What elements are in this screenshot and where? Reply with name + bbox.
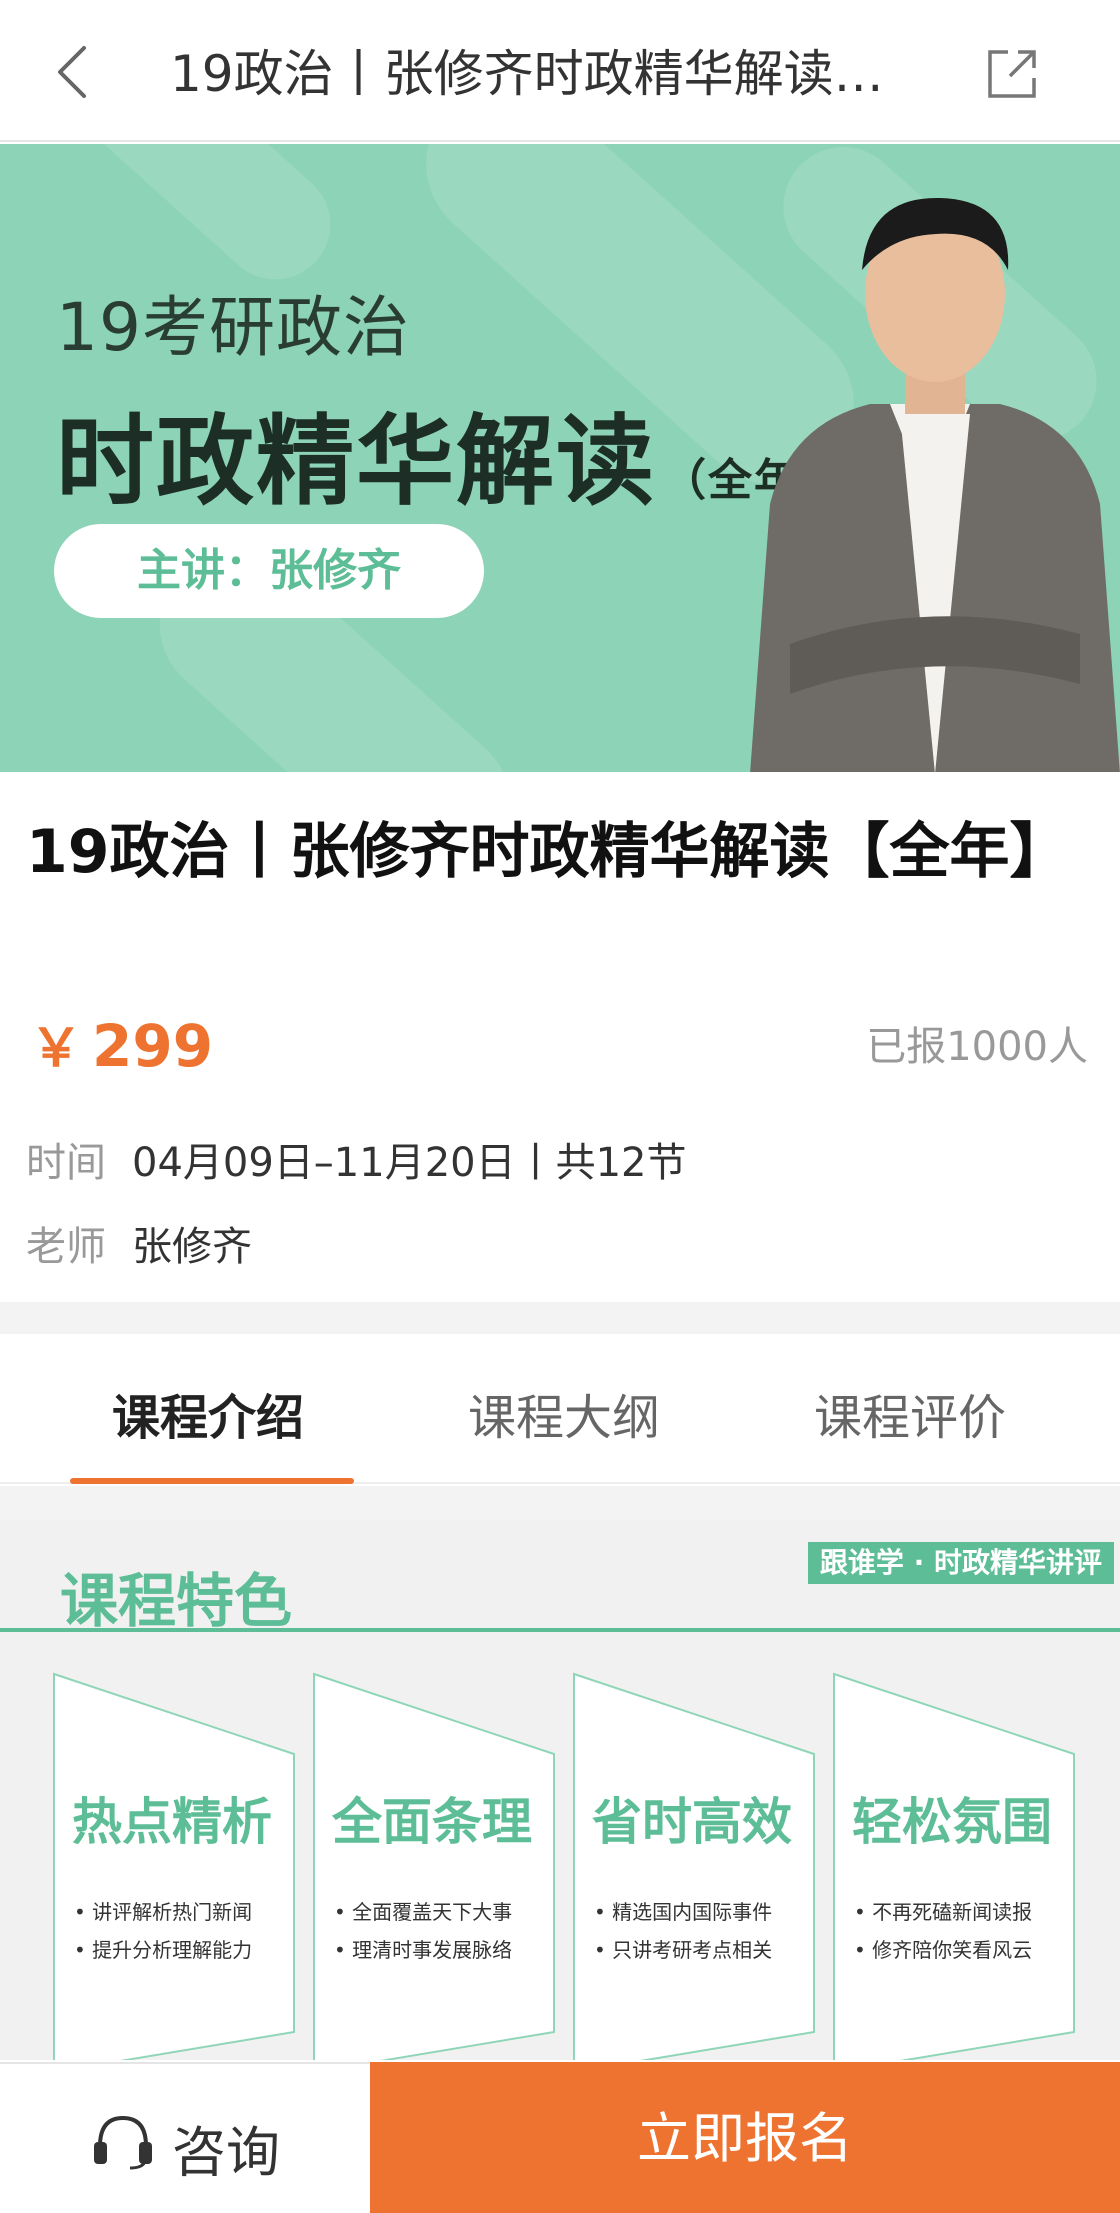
teacher-value: 张修齐	[132, 1224, 252, 1270]
feature-card-title: 热点精析	[72, 1793, 272, 1851]
banner-subtitle: 19考研政治	[56, 289, 410, 366]
banner-main-title-text: 时政精华解读	[56, 405, 657, 519]
course-features-image: 课程特色 跟谁学 · 时政精华讲评 热点精析 • 讲评解析热门新闻 • 提升分析…	[0, 1520, 1120, 2060]
headset-icon	[94, 2115, 152, 2170]
features-tag: 跟谁学 · 时政精华讲评	[807, 1542, 1114, 1584]
banner-lecturer-pill: 主讲：张修齐	[54, 524, 484, 618]
teacher-portrait	[750, 197, 1120, 772]
features-heading: 课程特色	[60, 1567, 293, 1635]
feature-card-point: • 不再死磕新闻读报	[854, 1900, 1033, 1924]
consult-button[interactable]: 咨询	[0, 2064, 370, 2213]
course-time-row: 时间 04月09日–11月20日丨共12节	[26, 1130, 687, 1188]
feature-card: 轻松氛围 • 不再死磕新闻读报 • 修齐陪你笑看风云	[832, 1672, 1076, 2060]
time-label: 时间	[26, 1140, 106, 1186]
section-divider	[0, 1486, 1120, 1520]
back-button[interactable]	[48, 42, 104, 102]
course-teacher-row: 老师 张修齐	[26, 1214, 252, 1272]
chevron-left-icon	[58, 46, 86, 98]
tab-course-intro[interactable]: 课程介绍	[112, 1378, 304, 1448]
banner-main-title: 时政精华解读 （全年）	[56, 382, 846, 524]
consult-label: 咨询	[172, 2121, 280, 2184]
feature-card-title: 轻松氛围	[852, 1793, 1052, 1851]
bottom-action-bar: 咨询 立即报名	[0, 2062, 1120, 2213]
top-nav-bar: 19政治丨张修齐时政精华解读【全年】	[0, 0, 1120, 142]
feature-card: 全面条理 • 全面覆盖天下大事 • 理清时事发展脉络	[312, 1672, 556, 2060]
feature-card-point: • 讲评解析热门新闻	[74, 1900, 253, 1924]
price-currency: ￥	[30, 1019, 83, 1079]
signup-button[interactable]: 立即报名	[370, 2062, 1120, 2213]
price-value: 299	[92, 1012, 214, 1080]
share-button[interactable]	[984, 46, 1040, 102]
teacher-label: 老师	[26, 1224, 106, 1270]
feature-card: 热点精析 • 讲评解析热门新闻 • 提升分析理解能力	[52, 1672, 296, 2060]
active-tab-indicator	[70, 1478, 354, 1484]
course-banner: 19考研政治 时政精华解读 （全年） 主讲：张修齐	[0, 144, 1120, 772]
feature-card-point: • 提升分析理解能力	[74, 1938, 253, 1962]
feature-card: 省时高效 • 精选国内国际事件 • 只讲考研考点相关	[572, 1672, 816, 2060]
course-tabs: 课程介绍 课程大纲 课程评价	[0, 1334, 1120, 1484]
share-icon	[988, 50, 1036, 98]
enrolled-count: 已报1000人	[866, 1024, 1088, 1070]
page-title: 19政治丨张修齐时政精华解读【全年】	[170, 45, 910, 103]
feature-card-point: • 只讲考研考点相关	[594, 1938, 773, 1962]
feature-card-point: • 精选国内国际事件	[594, 1900, 773, 1924]
tab-course-outline[interactable]: 课程大纲	[468, 1378, 660, 1448]
time-value: 04月09日–11月20日丨共12节	[132, 1140, 687, 1186]
feature-card-point: • 修齐陪你笑看风云	[854, 1938, 1033, 1962]
feature-card-point: • 全面覆盖天下大事	[334, 1900, 513, 1924]
course-price: ￥ 299	[30, 1006, 213, 1081]
feature-card-title: 全面条理	[332, 1793, 532, 1851]
course-title: 19政治丨张修齐时政精华解读【全年】	[26, 817, 1070, 887]
section-divider	[0, 1302, 1120, 1334]
tab-course-reviews[interactable]: 课程评价	[814, 1378, 1006, 1448]
feature-card-point: • 理清时事发展脉络	[334, 1938, 513, 1962]
feature-card-title: 省时高效	[592, 1793, 792, 1851]
features-divider	[0, 1628, 1120, 1632]
